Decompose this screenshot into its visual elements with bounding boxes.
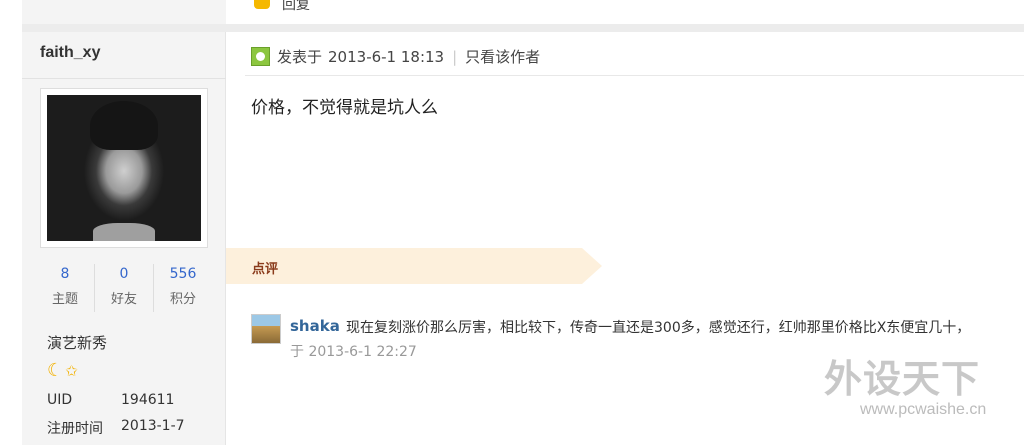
stat-points-value[interactable]: 556 [154,266,212,282]
comment-time: 于 2013-6-1 22:27 [290,344,417,360]
comment-avatar[interactable] [251,314,281,344]
posted-prefix: 发表于 [277,48,323,66]
moon-icon: ☾ [47,360,64,381]
author-avatar-frame[interactable] [40,88,208,248]
rank-stars: ☾ ✩ [47,360,78,381]
posted-time: 2013-6-1 18:13 [328,47,445,66]
avatar[interactable] [47,95,201,241]
info-register-date: 注册时间 2013-1-7 [47,418,185,438]
info-register-value: 2013-1-7 [121,418,185,434]
post-meta: 发表于 2013-6-1 18:13 | 只看该作者 [277,46,540,67]
author-username[interactable]: faith_xy [40,44,100,62]
meta-divider: | [452,47,458,66]
author-only-link[interactable]: 只看该作者 [465,46,540,67]
reply-icon[interactable] [254,0,270,9]
stat-threads-label: 主题 [51,292,78,307]
info-uid: UID 194611 [47,392,174,408]
author-sidebar: faith_xy 8 主题 0 好友 556 积分 演艺新秀 [22,32,226,445]
stat-threads-value[interactable]: 8 [36,266,94,282]
comment-section-header [226,248,602,284]
info-register-key: 注册时间 [47,421,103,437]
author-stats: 8 主题 0 好友 556 积分 [36,264,212,312]
stat-friends-value[interactable]: 0 [95,266,153,282]
stat-threads[interactable]: 8 主题 [36,264,95,312]
star-icon: ✩ [65,362,78,380]
stat-friends-label: 好友 [110,292,137,307]
sidebar-divider [22,78,226,79]
post-content: 价格，不觉得就是坑人么 [251,98,438,118]
info-uid-value: 194611 [121,392,175,408]
info-uid-key: UID [47,392,73,408]
reply-button[interactable]: 回复 [282,0,310,14]
comment-text: 现在复刻涨价那么厉害，相比较下，传奇一直还是300多，感觉还行，红帅那里价格比X… [346,320,971,336]
post-separator [22,24,1024,32]
post-header-divider [245,75,1024,76]
comment-section-label: 点评 [252,262,279,277]
watermark-url: www.pcwaishe.cn [860,401,987,418]
stat-points[interactable]: 556 积分 [154,264,212,312]
user-rank[interactable]: 演艺新秀 [47,332,107,353]
stat-points-label: 积分 [169,292,196,307]
stat-friends[interactable]: 0 好友 [95,264,154,312]
online-status-icon [251,47,270,66]
watermark-logo: 外设天下 [824,357,981,401]
comment-username[interactable]: shaka [290,317,340,335]
